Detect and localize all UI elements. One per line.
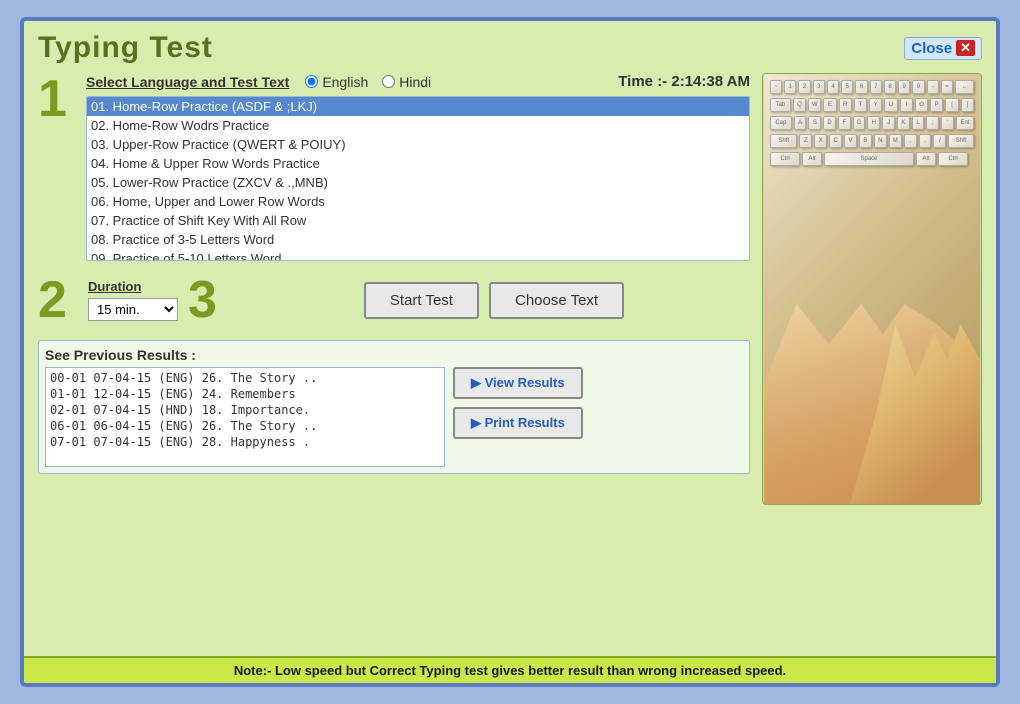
header: Typing Test Close ✕ (38, 31, 982, 65)
list-item: 06-01 06-04-15 (ENG) 26. The Story .. (50, 418, 440, 434)
print-results-button[interactable]: ▶ Print Results (453, 407, 583, 439)
note-bar: Note:- Low speed but Correct Typing test… (24, 656, 996, 683)
list-item: 07-01 07-04-15 (ENG) 28. Happyness . (50, 434, 440, 450)
language-radio-group: English Hindi (305, 74, 431, 90)
list-item: 01-01 12-04-15 (ENG) 24. Remembers (50, 386, 440, 402)
keyboard-keys: ~ 1 2 3 4 5 6 7 8 9 0 - = ← (764, 74, 980, 174)
note-text: Note:- Low speed but Correct Typing test… (234, 663, 786, 678)
time-display: Time :- 2:14:38 AM (618, 73, 750, 90)
section-3: Start Test Choose Text (238, 282, 750, 319)
step-3-number: 3 (188, 274, 228, 326)
section1-content: Select Language and Test Text English Hi… (86, 73, 750, 262)
section-2-3: 2 Duration 5 min.10 min.15 min.20 min.30… (38, 274, 750, 326)
app-title: Typing Test (38, 31, 213, 65)
listbox-container: 01. Home-Row Practice (ASDF & ;LKJ)02. H… (86, 96, 750, 262)
radio-english-input[interactable] (305, 75, 318, 88)
main-window: Typing Test Close ✕ 1 Select Language an… (20, 17, 1000, 687)
duration-select[interactable]: 5 min.10 min.15 min.20 min.30 min. (88, 298, 178, 321)
right-panel: ~ 1 2 3 4 5 6 7 8 9 0 - = ← (762, 73, 982, 505)
radio-hindi-label: Hindi (399, 74, 431, 90)
results-title: See Previous Results : (45, 347, 743, 363)
section-1: 1 Select Language and Test Text English … (38, 73, 750, 262)
radio-english-label: English (322, 74, 368, 90)
start-test-button[interactable]: Start Test (364, 282, 479, 319)
results-row: 00-01 07-04-15 (ENG) 26. The Story ..01-… (45, 367, 743, 467)
lang-time-row: Select Language and Test Text English Hi… (86, 73, 750, 90)
list-item: 02-01 07-04-15 (HND) 18. Importance. (50, 402, 440, 418)
step-1-number: 1 (38, 73, 78, 125)
left-panel: 1 Select Language and Test Text English … (38, 73, 750, 505)
select-lang-label: Select Language and Test Text (86, 74, 289, 90)
choose-text-button[interactable]: Choose Text (489, 282, 624, 319)
radio-english[interactable]: English (305, 74, 368, 90)
section-2: Duration 5 min.10 min.15 min.20 min.30 m… (88, 279, 178, 321)
duration-label: Duration (88, 279, 178, 294)
test-text-listbox[interactable]: 01. Home-Row Practice (ASDF & ;LKJ)02. H… (86, 96, 750, 261)
close-label: Close (911, 40, 952, 57)
close-x-icon: ✕ (956, 40, 975, 56)
results-list[interactable]: 00-01 07-04-15 (ENG) 26. The Story ..01-… (45, 367, 445, 467)
results-buttons: ▶ View Results ▶ Print Results (453, 367, 583, 439)
view-results-button[interactable]: ▶ View Results (453, 367, 583, 399)
step-2-number: 2 (38, 274, 78, 326)
results-section: See Previous Results : 00-01 07-04-15 (E… (38, 340, 750, 474)
list-item: 00-01 07-04-15 (ENG) 26. The Story .. (50, 370, 440, 386)
radio-hindi-input[interactable] (382, 75, 395, 88)
keyboard-image: ~ 1 2 3 4 5 6 7 8 9 0 - = ← (764, 74, 980, 504)
radio-hindi[interactable]: Hindi (382, 74, 431, 90)
main-area: 1 Select Language and Test Text English … (38, 73, 982, 505)
close-button[interactable]: Close ✕ (904, 37, 982, 60)
